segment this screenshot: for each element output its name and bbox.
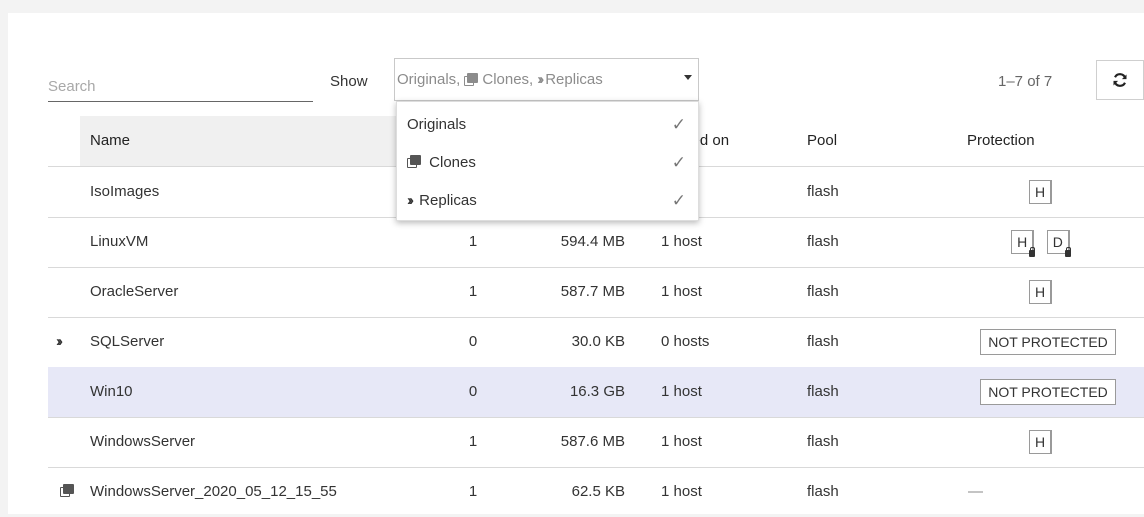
row-volumes: 0 [468, 383, 478, 400]
row-volumes: 1 [468, 283, 478, 300]
row-pool: flash [807, 283, 839, 300]
filter-clones: Clones, [482, 71, 534, 88]
table-row[interactable]: WindowsServer_2020_05_12_15_55 1 62.5 KB… [48, 467, 1144, 517]
row-type-icon [56, 467, 82, 517]
protection-badge: H [1011, 230, 1036, 258]
row-volumes: 1 [468, 233, 478, 250]
row-pool: flash [807, 433, 839, 450]
menu-item-clones[interactable]: Clones ✓ [407, 144, 692, 182]
show-filter-select[interactable]: Originals, Clones, ›› Replicas [394, 58, 699, 101]
clone-icon [407, 155, 421, 168]
menu-item-label: Replicas [419, 192, 477, 209]
row-size: 62.5 KB [571, 483, 625, 500]
check-icon: ✓ [671, 191, 686, 210]
row-volumes: 1 [468, 433, 478, 450]
row-protection: H [953, 167, 1128, 217]
table-row[interactable]: LinuxVM 1 594.4 MB 1 host flash H D [48, 217, 1144, 268]
row-name: SQLServer [90, 333, 165, 350]
filter-replicas: Replicas [545, 71, 603, 88]
row-protection: — [968, 483, 983, 500]
row-pool: flash [807, 233, 839, 250]
row-size: 587.7 MB [560, 283, 625, 300]
replica-icon: ›› [56, 333, 63, 350]
replica-icon: ›› [407, 192, 414, 209]
pager-text: 1–7 of 7 [998, 73, 1053, 90]
row-name: LinuxVM [90, 233, 149, 250]
refresh-icon [1113, 73, 1127, 87]
table-row[interactable]: ›› SQLServer 0 30.0 KB 0 hosts flash NOT… [48, 317, 1144, 368]
row-pool: flash [807, 333, 839, 350]
table-row[interactable]: OracleServer 1 587.7 MB 1 host flash H [48, 267, 1144, 318]
protection-badge: H [1028, 430, 1053, 455]
show-label: Show [330, 73, 368, 90]
protection-badge: D [1046, 230, 1071, 258]
lock-icon [1064, 247, 1071, 258]
row-size: 30.0 KB [571, 333, 625, 350]
not-protected-badge: NOT PROTECTED [980, 379, 1116, 406]
row-protection: NOT PROTECTED [964, 367, 1132, 417]
check-icon: ✓ [671, 115, 686, 134]
menu-item-originals[interactable]: Originals ✓ [407, 106, 692, 144]
lock-icon [1029, 247, 1036, 258]
refresh-button[interactable] [1096, 60, 1144, 100]
row-name: OracleServer [90, 283, 179, 300]
row-volumes: 1 [468, 483, 478, 500]
column-header-name[interactable]: Name [80, 116, 398, 166]
check-icon: ✓ [671, 153, 686, 172]
row-volumes: 0 [468, 333, 478, 350]
row-name: WindowsServer_2020_05_12_15_55 [90, 483, 337, 500]
row-mounted: 1 host [661, 283, 702, 300]
protection-badge: H [1028, 180, 1053, 205]
column-header-pool[interactable]: Pool [807, 116, 837, 166]
row-protection: NOT PROTECTED [964, 317, 1132, 367]
row-pool: flash [807, 483, 839, 500]
chevron-down-icon [684, 75, 692, 80]
filter-originals: Originals, [397, 71, 461, 88]
row-name: WindowsServer [90, 433, 196, 450]
row-protection: H D [953, 217, 1128, 267]
row-pool: flash [807, 383, 839, 400]
menu-item-label: Clones [429, 154, 476, 171]
row-name: Win10 [90, 383, 133, 400]
protection-badge: H [1028, 280, 1053, 305]
row-protection: H [953, 417, 1128, 467]
row-protection: H [953, 267, 1128, 317]
clone-icon [60, 484, 74, 497]
row-mounted: 0 hosts [661, 333, 710, 350]
search-input[interactable] [48, 71, 313, 102]
row-size: 594.4 MB [560, 233, 625, 250]
replica-icon: ›› [537, 71, 544, 88]
not-protected-badge: NOT PROTECTED [980, 329, 1116, 356]
row-name: IsoImages [90, 183, 160, 200]
row-type-icon: ›› [56, 317, 82, 367]
clone-icon [464, 73, 479, 86]
table-row[interactable]: Win10 0 16.3 GB 1 host flash NOT PROTECT… [48, 367, 1144, 418]
row-pool: flash [807, 183, 839, 200]
row-size: 16.3 GB [569, 383, 625, 400]
show-filter-menu: Originals ✓ Clones ✓ ›› Replicas ✓ [396, 101, 699, 221]
table-row[interactable]: WindowsServer 1 587.6 MB 1 host flash H [48, 417, 1144, 468]
row-mounted: 1 host [661, 383, 702, 400]
row-mounted: 1 host [661, 433, 702, 450]
row-size: 587.6 MB [560, 433, 625, 450]
menu-item-replicas[interactable]: ›› Replicas ✓ [407, 182, 692, 220]
row-mounted: 1 host [661, 233, 702, 250]
column-header-protection[interactable]: Protection [967, 116, 1035, 166]
row-mounted: 1 host [661, 483, 702, 500]
menu-item-label: Originals [407, 116, 467, 133]
